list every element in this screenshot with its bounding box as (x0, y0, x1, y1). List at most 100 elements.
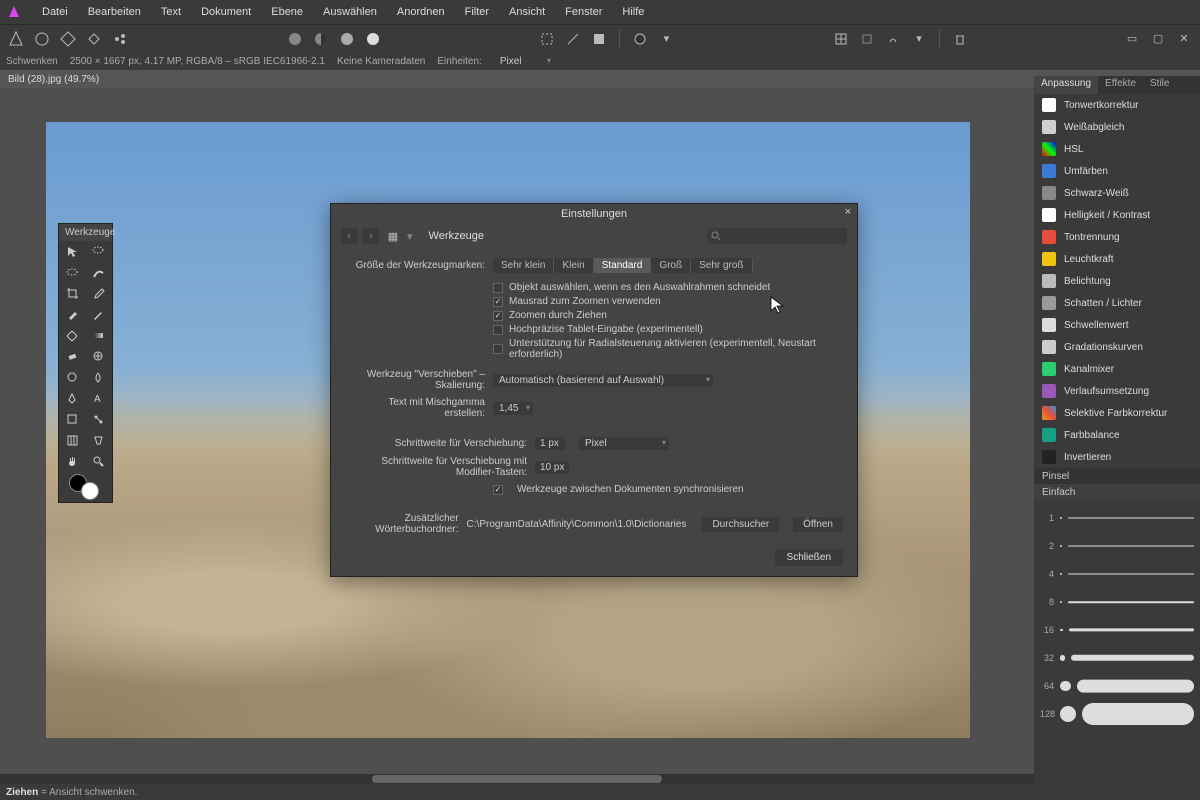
selection-icon-3[interactable] (589, 29, 609, 49)
persona-photo-icon[interactable] (6, 29, 26, 49)
option-checkbox[interactable] (493, 344, 503, 354)
adjustment-item[interactable]: Schwellenwert (1034, 314, 1200, 336)
grid-toggle-icon[interactable] (857, 29, 877, 49)
selection-icon-2[interactable] (563, 29, 583, 49)
blend-icon-2[interactable] (311, 29, 331, 49)
tab-anpassung[interactable]: Anpassung (1034, 76, 1098, 94)
menu-bearbeiten[interactable]: Bearbeiten (78, 6, 151, 18)
adjustment-item[interactable]: Schwarz-Weiß (1034, 182, 1200, 204)
brush-row[interactable]: 64 (1040, 672, 1194, 700)
ellipse-marquee-icon[interactable] (59, 262, 86, 283)
tab-stile[interactable]: Stile (1143, 76, 1176, 94)
shape-tool-icon[interactable] (59, 409, 86, 430)
open-button[interactable]: Öffnen (793, 517, 843, 532)
adjustment-item[interactable]: Verlaufsumsetzung (1034, 380, 1200, 402)
adjustment-item[interactable]: Helligkeit / Kontrast (1034, 204, 1200, 226)
menu-text[interactable]: Text (151, 6, 191, 18)
assist-icon[interactable] (883, 29, 903, 49)
dialog-close-icon[interactable]: × (845, 206, 851, 218)
h-scrollbar[interactable] (0, 774, 1034, 784)
text-tool-icon[interactable]: A (86, 388, 113, 409)
perspective-icon[interactable] (86, 430, 113, 451)
nav-grid-icon[interactable]: ▦ (385, 228, 401, 244)
scale-select[interactable]: Automatisch (basierend auf Auswahl) (493, 374, 713, 387)
eyedropper-icon[interactable] (86, 283, 113, 304)
move-tool-icon[interactable] (59, 241, 86, 262)
win-close-icon[interactable]: ✕ (1174, 29, 1194, 49)
dialog-search[interactable] (707, 228, 847, 244)
brush-row[interactable]: 128 (1040, 700, 1194, 728)
brush-row[interactable]: 1 (1040, 504, 1194, 532)
gamma-select[interactable]: 1,45 (493, 402, 533, 415)
persona-tone-icon[interactable] (84, 29, 104, 49)
browse-button[interactable]: Durchsucher (702, 517, 779, 532)
adjustment-item[interactable]: Leuchtkraft (1034, 248, 1200, 270)
paintbrush-icon[interactable] (59, 304, 86, 325)
option-checkbox[interactable] (493, 325, 503, 335)
adjustment-item[interactable]: Schatten / Lichter (1034, 292, 1200, 314)
dropdown-icon[interactable]: ▾ (656, 29, 676, 49)
adjustment-item[interactable]: Umfärben (1034, 160, 1200, 182)
brush-panel-tab[interactable]: Pinsel (1034, 468, 1200, 484)
pencil-icon[interactable] (86, 304, 113, 325)
mesh-icon[interactable] (59, 430, 86, 451)
menu-datei[interactable]: Datei (32, 6, 78, 18)
eraser-icon[interactable] (59, 346, 86, 367)
size-option[interactable]: Sehr klein (493, 258, 554, 273)
size-option[interactable]: Klein (554, 258, 593, 273)
adjustment-item[interactable]: Tontrennung (1034, 226, 1200, 248)
menu-auswaehlen[interactable]: Auswählen (313, 6, 387, 18)
background-swatch[interactable] (81, 482, 99, 500)
adjustment-item[interactable]: Belichtung (1034, 270, 1200, 292)
sync-checkbox[interactable] (493, 485, 503, 495)
blend-icon-1[interactable] (285, 29, 305, 49)
size-option[interactable]: Standard (594, 258, 652, 273)
adjustment-item[interactable]: Tonwertkorrektur (1034, 94, 1200, 116)
brush-select-icon[interactable] (86, 262, 113, 283)
color-swatches[interactable] (59, 472, 112, 502)
trash-icon[interactable] (950, 29, 970, 49)
brush-row[interactable]: 4 (1040, 560, 1194, 588)
menu-fenster[interactable]: Fenster (555, 6, 612, 18)
pen-tool-icon[interactable] (59, 388, 86, 409)
option-checkbox[interactable] (493, 283, 503, 293)
brush-row[interactable]: 2 (1040, 532, 1194, 560)
h-scroll-thumb[interactable] (372, 775, 662, 783)
clone-icon[interactable] (86, 346, 113, 367)
tools-panel[interactable]: Werkzeuge A (58, 223, 113, 503)
nudge-unit-select[interactable]: Pixel (579, 437, 669, 450)
brush-category[interactable]: Einfach (1034, 484, 1200, 500)
fill-icon[interactable] (59, 325, 86, 346)
adjustment-item[interactable]: Selektive Farbkorrektur (1034, 402, 1200, 424)
tab-effekte[interactable]: Effekte (1098, 76, 1143, 94)
persona-develop-icon[interactable] (58, 29, 78, 49)
lasso-tool-icon[interactable] (86, 241, 113, 262)
nudge-input[interactable]: 1 px (535, 437, 565, 450)
max-icon[interactable]: ▢ (1148, 29, 1168, 49)
dropdown-icon-2[interactable]: ▾ (909, 29, 929, 49)
adjustment-item[interactable]: HSL (1034, 138, 1200, 160)
blur-icon[interactable] (86, 367, 113, 388)
adjustment-item[interactable]: Farbbalance (1034, 424, 1200, 446)
brush-row[interactable]: 32 (1040, 644, 1194, 672)
crop-tool-icon[interactable] (59, 283, 86, 304)
gradient-icon[interactable] (86, 325, 113, 346)
menu-ansicht[interactable]: Ansicht (499, 6, 555, 18)
menu-hilfe[interactable]: Hilfe (612, 6, 654, 18)
persona-liquify-icon[interactable] (32, 29, 52, 49)
adjustment-item[interactable]: Weißabgleich (1034, 116, 1200, 138)
nudge2-input[interactable]: 10 px (535, 461, 569, 474)
menu-filter[interactable]: Filter (455, 6, 499, 18)
zoom-tool-icon[interactable] (86, 451, 113, 472)
snap-icon[interactable] (831, 29, 851, 49)
brush-row[interactable]: 16 (1040, 616, 1194, 644)
selection-icon-1[interactable] (537, 29, 557, 49)
nav-fwd-icon[interactable]: › (363, 228, 379, 244)
option-checkbox[interactable] (493, 297, 503, 307)
menu-dokument[interactable]: Dokument (191, 6, 261, 18)
persona-export-icon[interactable] (110, 29, 130, 49)
adjustment-item[interactable]: Gradationskurven (1034, 336, 1200, 358)
option-checkbox[interactable] (493, 311, 503, 321)
blend-icon-3[interactable] (337, 29, 357, 49)
min-icon[interactable]: ▭ (1122, 29, 1142, 49)
